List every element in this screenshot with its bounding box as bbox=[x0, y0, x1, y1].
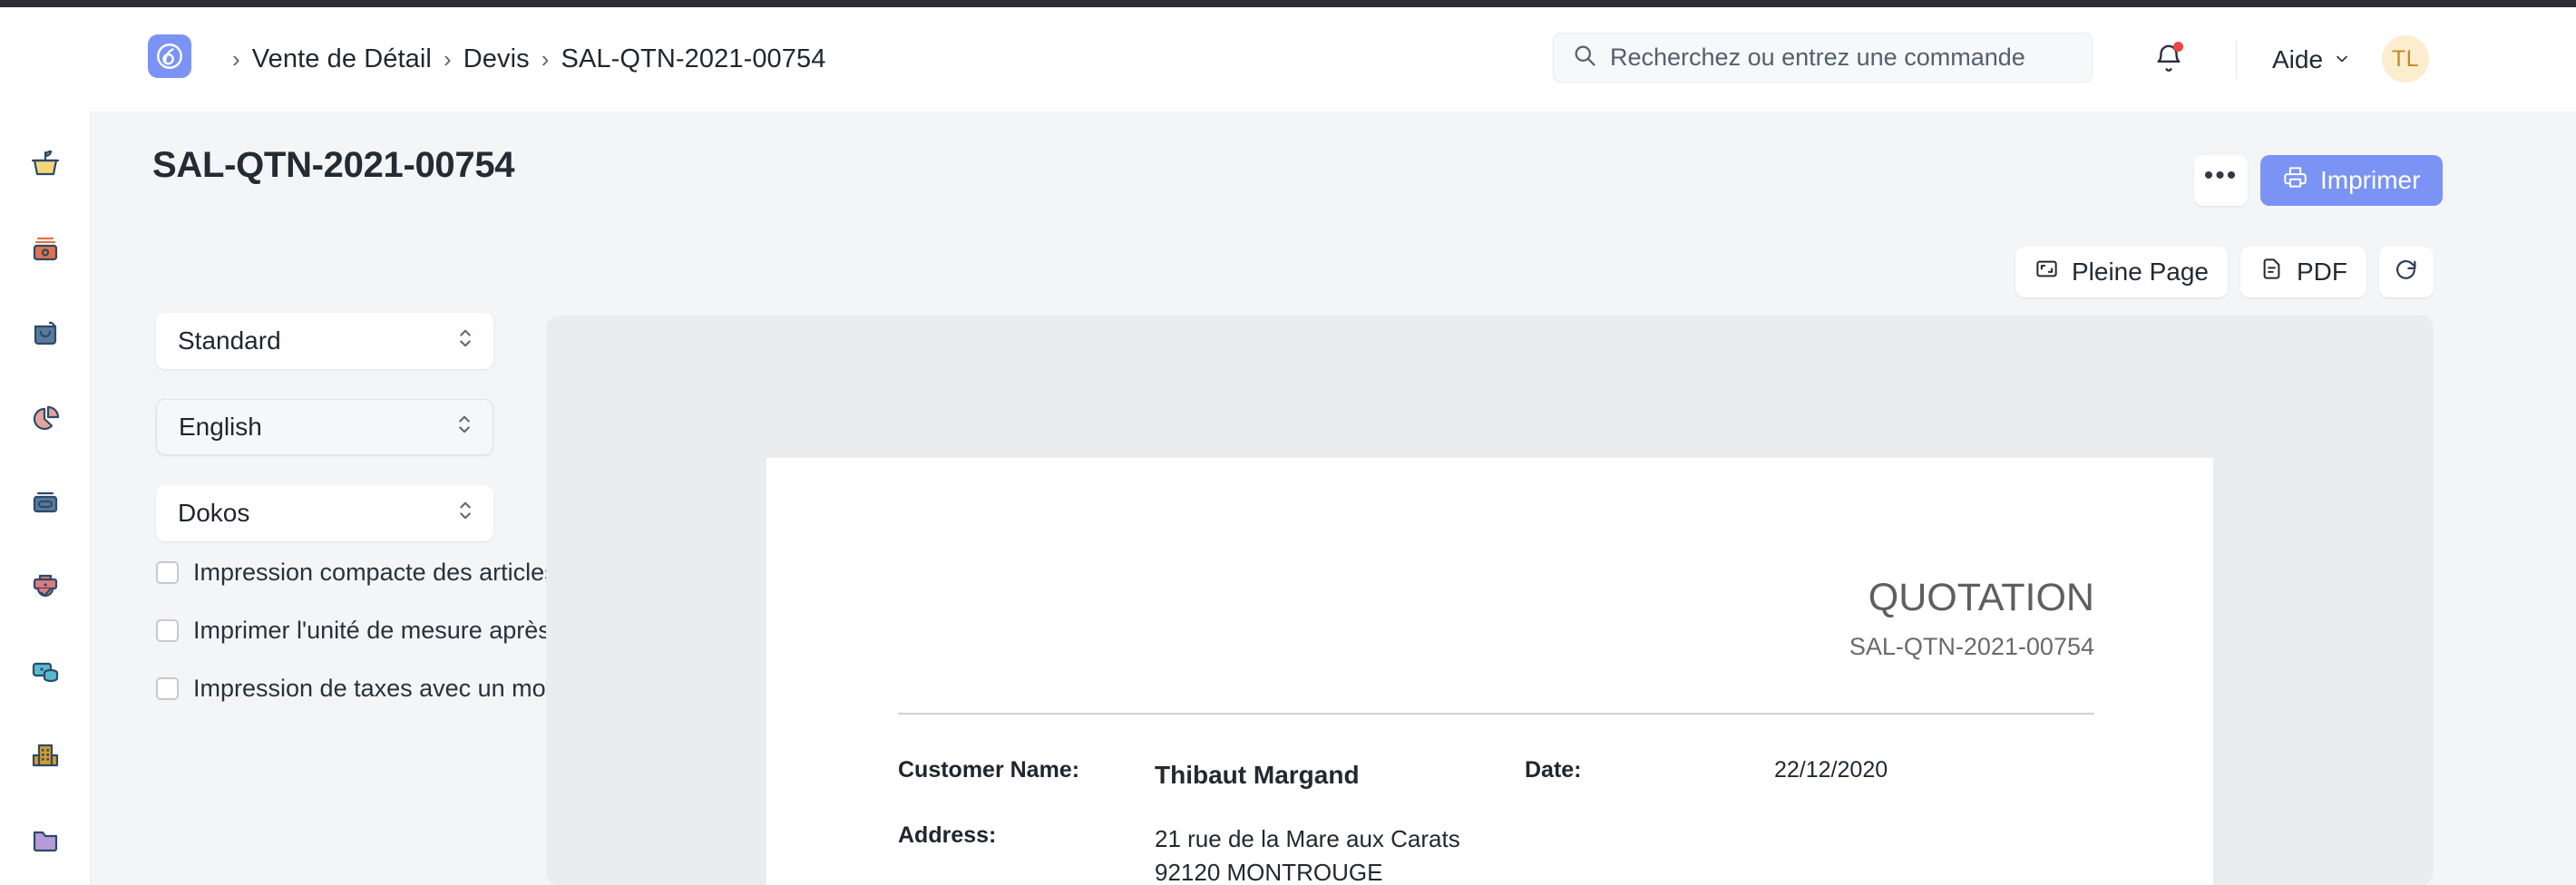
checkbox-icon[interactable] bbox=[156, 677, 179, 700]
full-page-button[interactable]: Pleine Page bbox=[2015, 247, 2228, 297]
chevron-down-icon bbox=[2333, 45, 2351, 74]
sidebar-item-assets[interactable] bbox=[24, 650, 66, 692]
sidebar-item-hr[interactable] bbox=[24, 566, 66, 608]
pdf-button[interactable]: PDF bbox=[2240, 247, 2366, 297]
document-divider bbox=[898, 713, 2094, 715]
sidebar-item-files[interactable] bbox=[24, 819, 66, 861]
navbar: › Vente de Détail › Devis › SAL-QTN-2021… bbox=[0, 7, 2576, 112]
expand-icon bbox=[2034, 257, 2059, 287]
printer-icon bbox=[2283, 165, 2308, 196]
address-label: Address: bbox=[898, 822, 1155, 885]
address-line-2: 92120 MONTROUGE bbox=[1155, 856, 1525, 885]
refresh-icon bbox=[2394, 257, 2419, 288]
breadcrumb-item-vente-de-detail[interactable]: Vente de Détail bbox=[252, 44, 432, 74]
checkbox-label: Impression de taxes avec un montant nul bbox=[193, 675, 546, 703]
print-settings-panel: Standard English Dokos Impression compac… bbox=[156, 313, 493, 571]
language-select[interactable]: English bbox=[156, 399, 493, 455]
search-placeholder: Recherchez ou entrez une commande bbox=[1610, 44, 2025, 72]
checkbox-label: Imprimer l'unité de mesure après la quan… bbox=[193, 617, 546, 645]
checkbox-icon[interactable] bbox=[156, 561, 179, 584]
checkbox-compact-item-print[interactable]: Impression compacte des articles bbox=[156, 543, 546, 601]
help-label: Aide bbox=[2272, 45, 2323, 74]
customer-name-row: Customer Name: Thibaut Margand Date: 22/… bbox=[898, 757, 2094, 793]
address-value: 21 rue de la Mare aux Carats 92120 MONTR… bbox=[1155, 822, 1525, 885]
help-menu[interactable]: Aide bbox=[2272, 7, 2351, 112]
checkbox-print-uom-after-quantity[interactable]: Imprimer l'unité de mesure après la quan… bbox=[156, 601, 546, 659]
checkbox-label: Impression compacte des articles bbox=[193, 559, 546, 587]
print-format-select[interactable]: Standard bbox=[156, 313, 493, 369]
navbar-divider bbox=[2236, 41, 2237, 79]
customer-name-label: Customer Name: bbox=[898, 757, 1155, 793]
print-options-list: Impression compacte des articles Imprime… bbox=[156, 543, 546, 717]
breadcrumb: › Vente de Détail › Devis › SAL-QTN-2021… bbox=[220, 7, 825, 112]
avatar[interactable]: TL bbox=[2382, 35, 2429, 83]
checkbox-icon[interactable] bbox=[156, 619, 179, 642]
page-title: SAL-QTN-2021-00754 bbox=[152, 145, 514, 186]
date-label: Date: bbox=[1525, 757, 1774, 793]
search-input[interactable]: Recherchez ou entrez une commande bbox=[1553, 33, 2093, 83]
os-title-strip bbox=[0, 0, 2576, 7]
sidebar bbox=[0, 112, 91, 885]
print-preview-container: QUOTATION SAL-QTN-2021-00754 Customer Na… bbox=[546, 316, 2434, 885]
chevron-updown-icon bbox=[455, 499, 475, 529]
refresh-button[interactable] bbox=[2379, 247, 2434, 297]
breadcrumb-separator-2: › bbox=[542, 45, 550, 73]
sidebar-item-retail[interactable] bbox=[24, 313, 66, 355]
sidebar-item-manufacturing[interactable] bbox=[24, 229, 66, 270]
address-line-1: 21 rue de la Mare aux Carats bbox=[1155, 822, 1525, 856]
letterhead-value: Dokos bbox=[178, 499, 249, 528]
print-button[interactable]: Imprimer bbox=[2260, 155, 2443, 206]
dokos-logo-icon[interactable] bbox=[148, 34, 191, 78]
chevron-updown-icon bbox=[455, 326, 475, 356]
document-sheet: QUOTATION SAL-QTN-2021-00754 Customer Na… bbox=[766, 458, 2213, 885]
full-page-label: Pleine Page bbox=[2072, 258, 2209, 287]
chevron-updown-icon bbox=[454, 413, 474, 442]
document-subtitle: SAL-QTN-2021-00754 bbox=[1849, 633, 2094, 661]
avatar-initials: TL bbox=[2392, 46, 2419, 73]
sidebar-item-accounting[interactable] bbox=[24, 481, 66, 523]
breadcrumb-separator-0: › bbox=[232, 45, 240, 73]
print-format-value: Standard bbox=[178, 326, 281, 355]
more-actions-button[interactable]: ••• bbox=[2194, 155, 2248, 206]
sidebar-item-plant[interactable] bbox=[24, 144, 66, 186]
document-title: QUOTATION bbox=[1869, 576, 2094, 620]
preview-toolbar: Pleine Page PDF bbox=[2015, 247, 2434, 297]
document-icon bbox=[2259, 257, 2284, 287]
language-value: English bbox=[179, 413, 262, 442]
checkbox-print-zero-amount-taxes[interactable]: Impression de taxes avec un montant nul bbox=[156, 659, 546, 717]
breadcrumb-separator-1: › bbox=[444, 45, 452, 73]
date-value: 22/12/2020 bbox=[1774, 757, 1888, 793]
breadcrumb-item-devis[interactable]: Devis bbox=[463, 44, 530, 74]
print-button-label: Imprimer bbox=[2320, 166, 2420, 195]
customer-name-value: Thibaut Margand bbox=[1155, 757, 1525, 793]
search-icon bbox=[1572, 43, 1597, 73]
address-row: Address: 21 rue de la Mare aux Carats 92… bbox=[898, 822, 2094, 885]
notification-badge bbox=[2173, 42, 2183, 52]
letterhead-select[interactable]: Dokos bbox=[156, 485, 493, 541]
sidebar-item-analytics[interactable] bbox=[24, 397, 66, 439]
document-fields: Customer Name: Thibaut Margand Date: 22/… bbox=[898, 757, 2094, 885]
pdf-label: PDF bbox=[2297, 258, 2347, 287]
sidebar-item-buildings[interactable] bbox=[24, 734, 66, 776]
breadcrumb-item-document[interactable]: SAL-QTN-2021-00754 bbox=[561, 44, 826, 74]
